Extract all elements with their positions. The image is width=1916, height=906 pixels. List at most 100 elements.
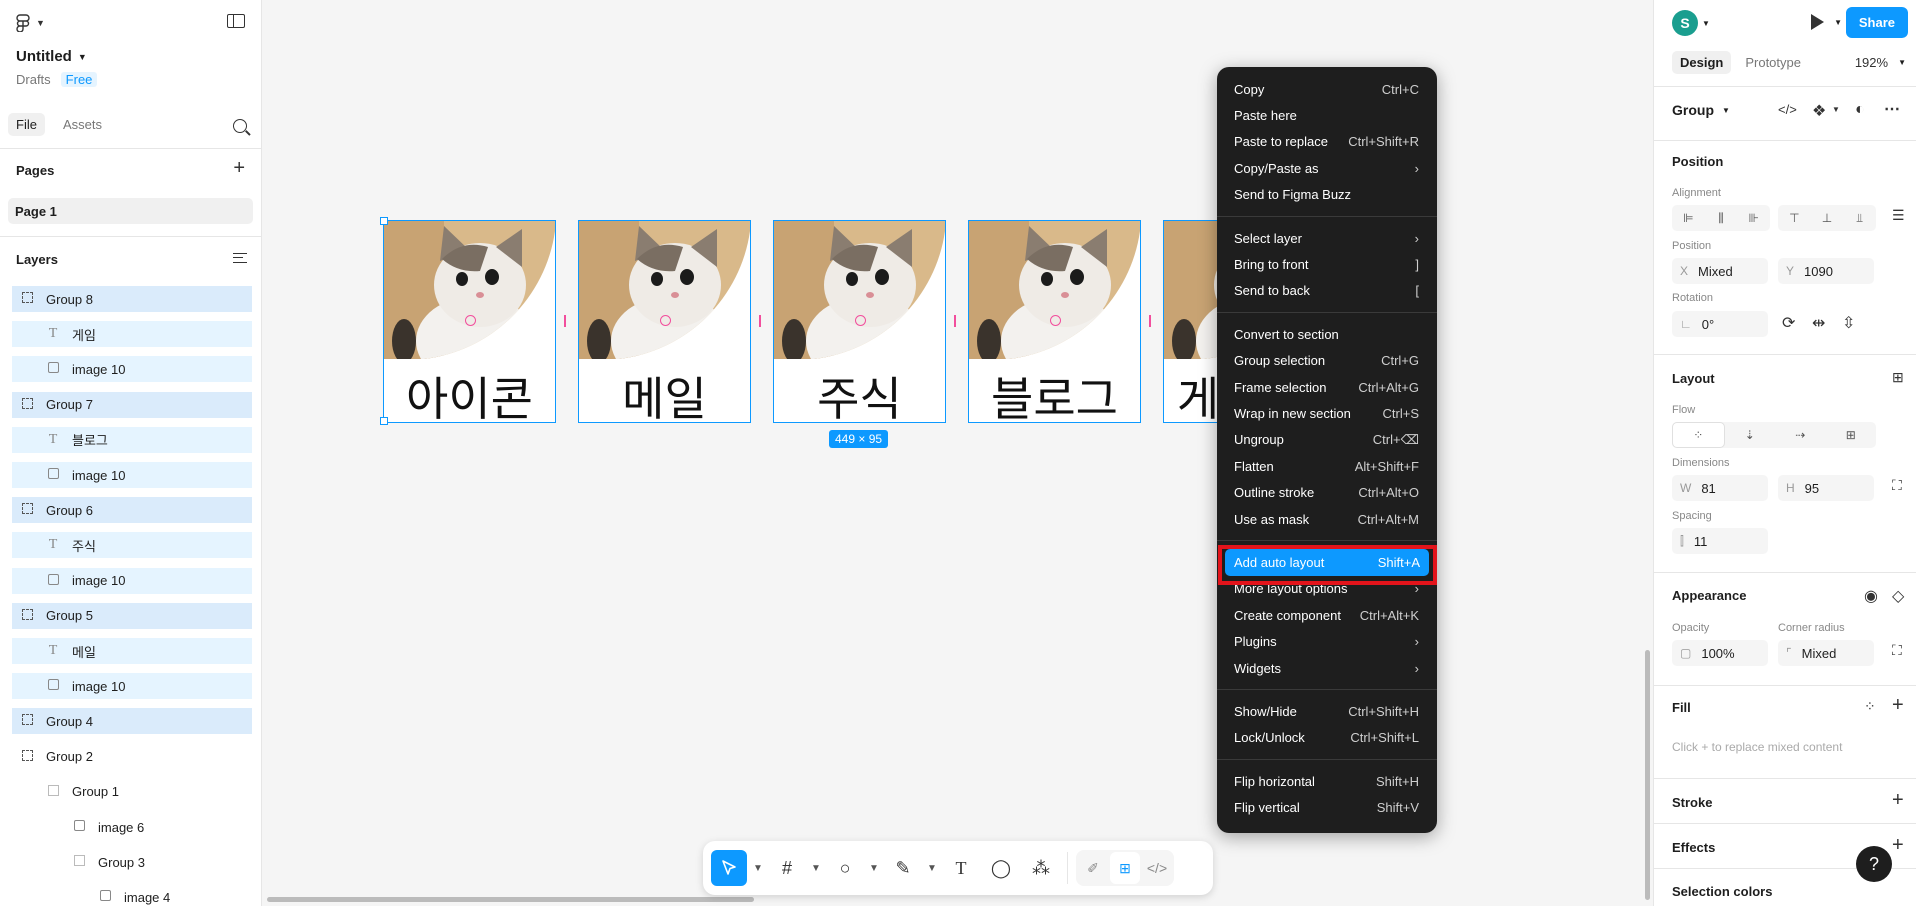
drafts-link[interactable]: Drafts [16, 72, 51, 87]
chevron-down-icon[interactable]: ▼ [1702, 19, 1710, 28]
eye-icon[interactable]: ◉ [1864, 586, 1878, 606]
layer-row[interactable]: image 10 [12, 673, 252, 700]
menu-item[interactable]: Flip vertical Shift+V [1217, 794, 1429, 820]
layer-row[interactable]: Group 3 [12, 849, 252, 875]
layer-row[interactable]: Group 1 [12, 779, 252, 805]
selection-handle[interactable] [380, 417, 388, 425]
tab-design[interactable]: Design [1672, 51, 1732, 74]
layer-row[interactable]: T 블로그 [12, 426, 252, 453]
menu-item[interactable]: Create component Ctrl+Alt+K [1217, 602, 1429, 628]
flip-vertical-icon[interactable]: ⇳ [1842, 313, 1855, 333]
code-icon[interactable]: </> [1778, 102, 1797, 117]
menu-item[interactable]: Show/Hide Ctrl+Shift+H [1217, 698, 1429, 724]
flip-horizontal-icon[interactable]: ⇹ [1812, 313, 1825, 333]
y-field[interactable]: Y 1090 [1778, 258, 1874, 284]
more-icon[interactable]: ⋯ [1884, 99, 1900, 119]
pen-tool-button[interactable]: ✎ [885, 850, 921, 886]
independent-corners-icon[interactable]: ⛶ [1892, 642, 1902, 659]
align-top-icon[interactable]: ⊤ [1778, 205, 1811, 231]
blend-icon[interactable]: ◇ [1892, 586, 1904, 606]
layer-row[interactable]: T 메일 [12, 638, 252, 664]
x-field[interactable]: X Mixed [1672, 258, 1768, 284]
align-bottom-icon[interactable]: ⫫ [1843, 205, 1876, 231]
layer-row[interactable]: T 주식 [12, 532, 252, 559]
design-mode-button[interactable]: ⊞ [1110, 852, 1140, 884]
layer-row[interactable]: image 6 [12, 814, 252, 840]
spacing-handle[interactable] [855, 315, 866, 326]
contrast-icon[interactable]: ◐ [1855, 101, 1865, 119]
menu-item[interactable]: Copy Ctrl+C [1217, 76, 1429, 102]
menu-item[interactable]: Send to back [ [1217, 278, 1429, 304]
help-button[interactable]: ? [1856, 846, 1892, 882]
layer-row[interactable]: image 10 [12, 567, 252, 594]
opacity-field[interactable]: ▢ 100% [1672, 640, 1768, 666]
menu-item[interactable]: Frame selection Ctrl+Alt+G [1217, 374, 1429, 400]
chevron-down-icon[interactable]: ▼ [1834, 18, 1842, 27]
rotate-icon[interactable]: ⟳ [1782, 313, 1795, 333]
grid-flow-icon[interactable]: ⊞ [1826, 422, 1877, 448]
selection-type[interactable]: Group [1672, 102, 1714, 118]
menu-item[interactable]: Send to Figma Buzz [1217, 182, 1429, 208]
layer-row[interactable]: image 4 [12, 884, 252, 906]
corner-radius-field[interactable]: ⌜ Mixed [1778, 640, 1874, 666]
styles-icon[interactable]: ⁘ [1864, 698, 1876, 715]
layer-row[interactable]: Group 8 [12, 286, 252, 312]
zoom-level[interactable]: 192% [1855, 55, 1888, 70]
spacing-handle[interactable] [660, 315, 671, 326]
spacing-handle[interactable] [465, 315, 476, 326]
share-button[interactable]: Share [1845, 7, 1908, 38]
menu-item[interactable]: Paste to replace Ctrl+Shift+R [1217, 129, 1429, 155]
dev-mode-button[interactable]: </> [1142, 852, 1172, 884]
file-title[interactable]: Untitled ▼ [16, 48, 87, 65]
layer-row[interactable]: Group 2 [12, 744, 252, 770]
layer-row[interactable]: Group 7 [12, 391, 252, 418]
freeform-icon[interactable]: ⁘ [1672, 422, 1725, 448]
height-field[interactable]: H 95 [1778, 475, 1874, 501]
menu-item[interactable]: Use as mask Ctrl+Alt+M [1217, 506, 1429, 532]
chevron-down-icon[interactable]: ▼ [809, 850, 823, 886]
menu-item[interactable]: Paste here [1217, 102, 1429, 128]
distribute-icon[interactable]: ☰ [1892, 207, 1905, 224]
selection-handle[interactable] [380, 217, 388, 225]
shape-tool-button[interactable]: ○ [827, 850, 863, 886]
chevron-down-icon[interactable]: ▼ [925, 850, 939, 886]
menu-item[interactable]: Lock/Unlock Ctrl+Shift+L [1217, 725, 1429, 751]
comment-tool-button[interactable]: ◯ [983, 850, 1019, 886]
menu-item[interactable]: Select layer › [1217, 225, 1429, 251]
menu-item[interactable]: Ungroup Ctrl+⌫ [1217, 427, 1429, 453]
layer-row[interactable]: Group 4 [12, 708, 252, 735]
frame-tool-button[interactable]: # [769, 850, 805, 886]
align-left-icon[interactable]: ⊫ [1672, 205, 1705, 231]
vertical-flow-icon[interactable]: ⇣ [1725, 422, 1776, 448]
chevron-down-icon[interactable]: ▼ [1898, 58, 1906, 67]
add-effect-icon[interactable]: + [1892, 834, 1904, 857]
chevron-down-icon[interactable]: ▼ [867, 850, 881, 886]
menu-item[interactable]: Flatten Alt+Shift+F [1217, 453, 1429, 479]
align-right-icon[interactable]: ⊪ [1737, 205, 1770, 231]
spacing-handle[interactable] [1050, 315, 1061, 326]
add-fill-icon[interactable]: + [1892, 694, 1904, 717]
menu-item[interactable]: Group selection Ctrl+G [1217, 348, 1429, 374]
menu-item[interactable]: Plugins › [1217, 628, 1429, 654]
layout-grid-icon[interactable]: ⊞ [1892, 369, 1904, 386]
menu-item[interactable]: Outline stroke Ctrl+Alt+O [1217, 479, 1429, 505]
present-icon[interactable] [1811, 14, 1824, 30]
avatar[interactable]: S [1672, 10, 1698, 36]
menu-item[interactable]: Widgets › [1217, 655, 1429, 681]
spacing-field[interactable]: ⫿ 11 [1672, 528, 1768, 554]
chevron-down-icon[interactable]: ▼ [751, 850, 765, 886]
layer-row[interactable]: image 10 [12, 356, 252, 383]
layer-row[interactable]: image 10 [12, 462, 252, 488]
component-icon[interactable]: ❖ [1812, 101, 1826, 121]
chevron-down-icon[interactable]: ▼ [1832, 105, 1840, 114]
layer-row[interactable]: Group 6 [12, 497, 252, 524]
search-icon[interactable] [233, 119, 247, 133]
tab-prototype[interactable]: Prototype [1737, 51, 1809, 74]
move-tool-button[interactable] [711, 850, 747, 886]
add-stroke-icon[interactable]: + [1892, 789, 1904, 812]
canvas[interactable]: 아이콘 메일 주식 블로그 게 449 × 95 [263, 0, 1653, 906]
layer-row[interactable]: T 게임 [12, 321, 252, 348]
menu-item[interactable]: Bring to front] [1217, 251, 1429, 277]
layers-list-icon[interactable] [233, 253, 247, 263]
panel-toggle-icon[interactable] [227, 14, 245, 28]
